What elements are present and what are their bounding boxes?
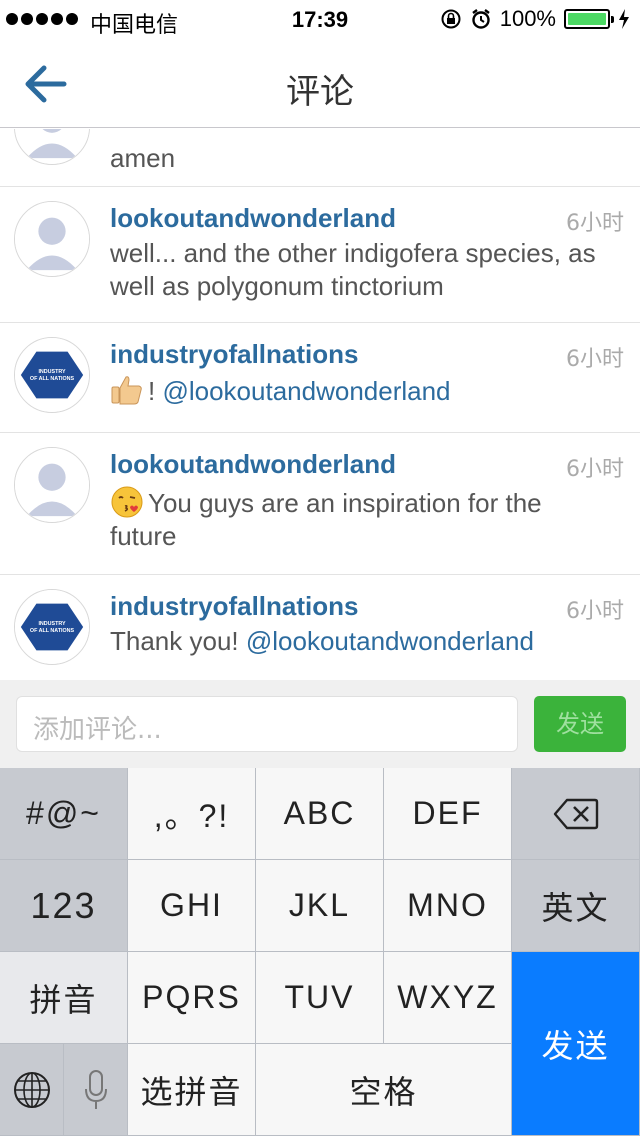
battery-icon	[564, 9, 614, 29]
key-tuv[interactable]: TUV	[256, 952, 384, 1044]
svg-text:OF ALL NATIONS: OF ALL NATIONS	[30, 628, 75, 634]
key-jkl[interactable]: JKL	[256, 860, 384, 952]
comment-username[interactable]: lookoutandwonderland	[110, 203, 396, 234]
key-wxyz[interactable]: WXYZ	[384, 952, 512, 1044]
svg-text:INDUSTRY: INDUSTRY	[38, 369, 66, 375]
comment-list[interactable]: amen lookoutandwonderland 6小时 well... an…	[0, 129, 640, 680]
comment-text: well... and the other indigofera species…	[110, 238, 596, 301]
page-title: 评论	[286, 72, 354, 112]
comment-text-prefix: Thank you!	[110, 626, 239, 656]
charging-bolt-icon	[619, 9, 629, 29]
comment-item: INDUSTRY OF ALL NATIONS industryofallnati…	[0, 323, 640, 433]
status-bar: 中国电信 17:39 100%	[0, 0, 640, 40]
key-pinyin[interactable]: 拼音	[0, 952, 128, 1044]
comment-text-body: You guys are an inspiration for the futu…	[110, 488, 542, 551]
battery-percent: 100%	[499, 6, 556, 31]
key-ghi[interactable]: GHI	[128, 860, 256, 952]
kiss-face-icon	[111, 486, 143, 518]
comment-text: Thank you! @lookoutandwonderland	[110, 625, 610, 658]
comment-item: INDUSTRY OF ALL NATIONS industryofallnati…	[0, 575, 640, 680]
thumbs-up-icon	[111, 376, 142, 405]
key-punctuation[interactable]: ,。?!	[128, 768, 256, 860]
comment-username[interactable]: industryofallnations	[110, 591, 358, 622]
avatar[interactable]	[14, 201, 90, 277]
microphone-icon	[84, 1069, 107, 1109]
rotation-lock-icon	[441, 9, 461, 29]
comment-username[interactable]: industryofallnations	[110, 339, 358, 370]
key-def[interactable]: DEF	[384, 768, 512, 860]
send-button[interactable]: 发送	[534, 696, 626, 752]
mention-link[interactable]: @lookoutandwonderland	[162, 376, 450, 406]
avatar[interactable]: INDUSTRY OF ALL NATIONS	[14, 337, 90, 413]
svg-text:INDUSTRY: INDUSTRY	[38, 621, 66, 627]
comment-username[interactable]: lookoutandwonderland	[110, 449, 396, 480]
mention-link[interactable]: @lookoutandwonderland	[246, 626, 534, 656]
key-abc[interactable]: ABC	[256, 768, 384, 860]
comment-text: You guys are an inspiration for the futu…	[110, 485, 610, 553]
comment-composer: 添加评论... 发送	[0, 680, 640, 768]
comment-input[interactable]: 添加评论...	[16, 696, 518, 752]
comment-item: amen	[0, 129, 640, 187]
comment-time: 6小时	[566, 599, 624, 624]
keyboard: #@~ ,。?! ABC DEF 123 GHI JKL MNO 英文 拼音 P…	[0, 768, 640, 1136]
delete-key[interactable]	[512, 768, 640, 860]
comment-text-prefix: !	[148, 376, 156, 406]
space-key[interactable]: 空格	[256, 1044, 512, 1136]
mic-key[interactable]	[64, 1044, 128, 1136]
avatar[interactable]	[14, 447, 90, 523]
comment-text: amen	[110, 143, 176, 173]
return-send-key[interactable]: 发送	[512, 952, 640, 1136]
comment-time: 6小时	[566, 347, 624, 372]
avatar[interactable]: INDUSTRY OF ALL NATIONS	[14, 589, 90, 665]
comment-item: lookoutandwonderland 6小时 You guys are an…	[0, 433, 640, 575]
delete-icon	[553, 798, 598, 829]
key-pqrs[interactable]: PQRS	[128, 952, 256, 1044]
key-english[interactable]: 英文	[512, 860, 640, 952]
key-mno[interactable]: MNO	[384, 860, 512, 952]
avatar[interactable]	[14, 129, 90, 165]
svg-text:OF ALL NATIONS: OF ALL NATIONS	[30, 376, 75, 382]
comment-time: 6小时	[566, 211, 624, 236]
comment-time: 6小时	[566, 457, 624, 482]
globe-icon	[13, 1071, 50, 1108]
comment-item: lookoutandwonderland 6小时 well... and the…	[0, 187, 640, 323]
key-numbers[interactable]: 123	[0, 860, 128, 952]
globe-key[interactable]	[0, 1044, 64, 1136]
navigation-bar: 评论	[0, 40, 640, 128]
alarm-icon	[471, 9, 490, 29]
key-symbols[interactable]: #@~	[0, 768, 128, 860]
key-select-pinyin[interactable]: 选拼音	[128, 1044, 256, 1136]
comment-text: ! @lookoutandwonderland	[110, 373, 610, 408]
